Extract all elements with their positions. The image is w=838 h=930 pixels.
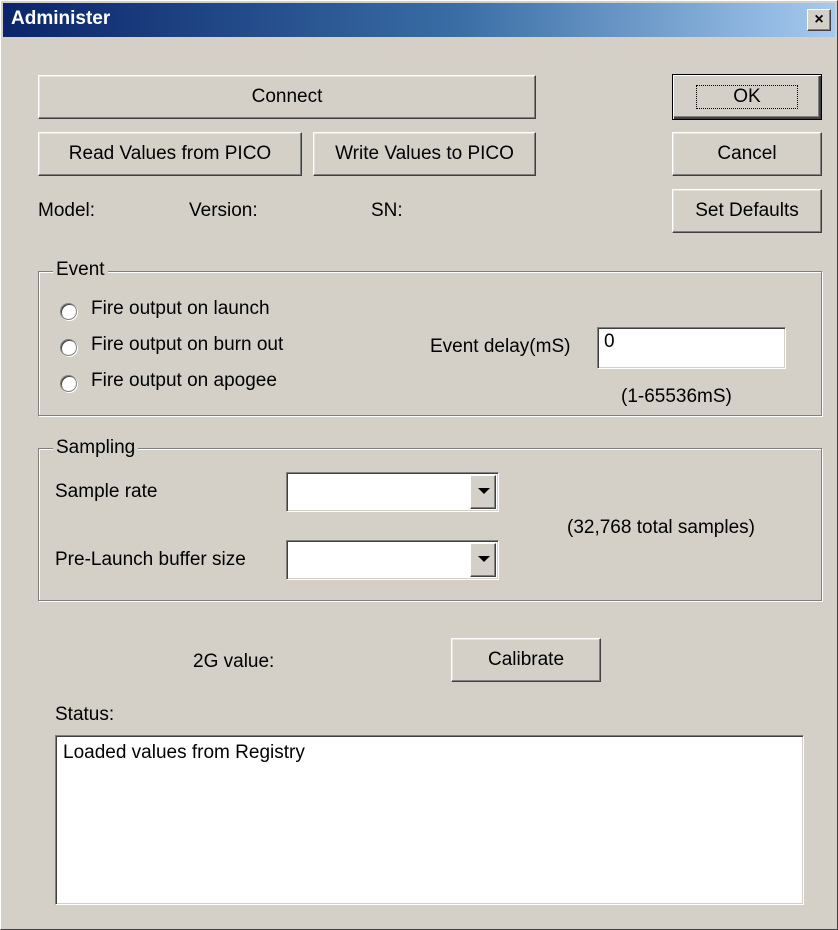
radio-fire-on-burnout[interactable] (60, 339, 77, 356)
close-icon: × (814, 11, 824, 28)
cancel-button[interactable]: Cancel (672, 132, 822, 176)
sample-rate-label: Sample rate (55, 481, 158, 502)
fire-on-launch-label: Fire output on launch (91, 298, 270, 319)
title-bar[interactable]: Administer × (3, 3, 835, 37)
calibrate-button[interactable]: Calibrate (451, 638, 601, 682)
model-label: Model: (38, 200, 96, 221)
event-delay-label: Event delay(mS) (430, 336, 571, 357)
prelaunch-buffer-label: Pre-Launch buffer size (55, 549, 246, 570)
sample-rate-dropdown-button[interactable] (470, 475, 496, 509)
window-title: Administer (11, 8, 111, 29)
status-label: Status: (55, 704, 115, 725)
fire-on-burnout-label: Fire output on burn out (91, 334, 284, 355)
connect-button[interactable]: Connect (38, 75, 536, 119)
set-defaults-button[interactable]: Set Defaults (672, 189, 822, 233)
chevron-down-icon (478, 556, 490, 562)
radio-fire-on-apogee[interactable] (60, 375, 77, 392)
sampling-group-title: Sampling (53, 437, 139, 459)
total-samples-label: (32,768 total samples) (567, 517, 755, 538)
ok-button-label: OK (696, 85, 798, 109)
close-button[interactable]: × (807, 9, 831, 31)
sn-label: SN: (371, 200, 403, 221)
fire-on-apogee-label: Fire output on apogee (91, 370, 277, 391)
chevron-down-icon (478, 488, 490, 494)
event-delay-input[interactable]: 0 (597, 327, 786, 369)
prelaunch-buffer-dropdown-button[interactable] (470, 543, 496, 577)
sample-rate-select[interactable] (286, 472, 499, 512)
event-delay-range: (1-65536mS) (621, 386, 732, 407)
prelaunch-buffer-select[interactable] (286, 540, 499, 580)
write-values-button[interactable]: Write Values to PICO (313, 132, 536, 176)
ok-button[interactable]: OK (672, 74, 822, 120)
version-label: Version: (189, 200, 258, 221)
read-values-button[interactable]: Read Values from PICO (38, 132, 302, 176)
status-textarea[interactable]: Loaded values from Registry (55, 735, 804, 905)
two-g-value-label: 2G value: (193, 651, 275, 672)
event-group-title: Event (53, 259, 108, 281)
radio-fire-on-launch[interactable] (60, 303, 77, 320)
administer-dialog: Administer × Connect Read Values from PI… (0, 0, 838, 930)
